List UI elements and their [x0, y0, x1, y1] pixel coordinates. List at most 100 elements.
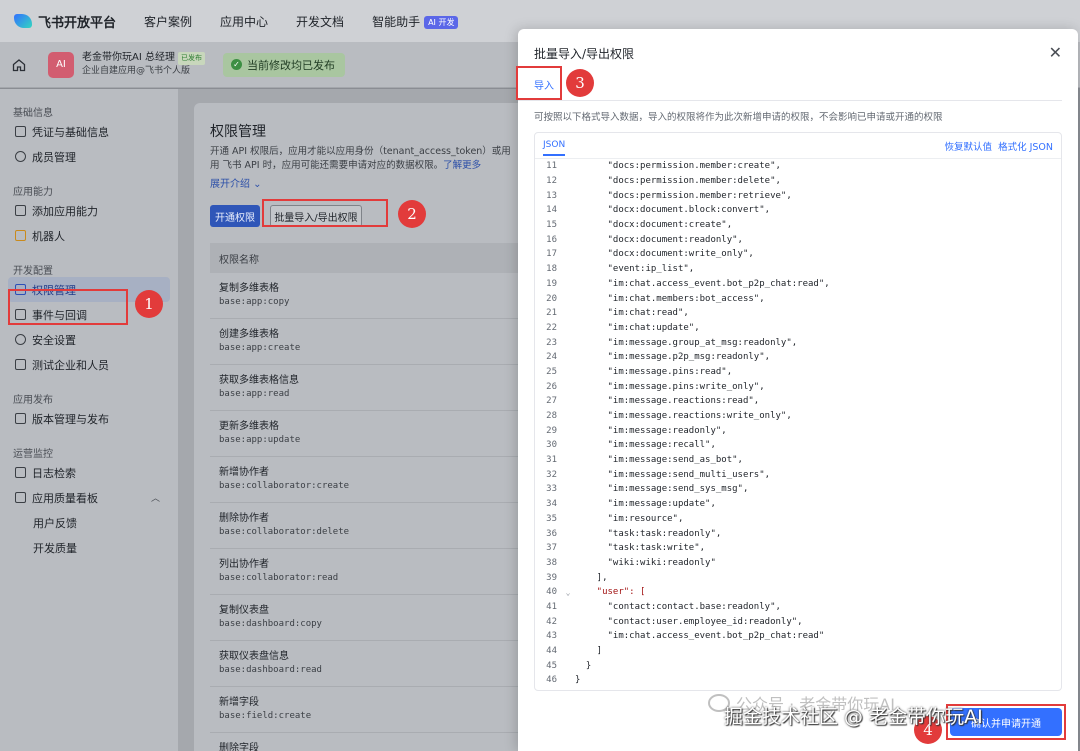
- fold-chevron-icon[interactable]: ⌄: [561, 588, 575, 597]
- sidebar-item-security[interactable]: 安全设置: [0, 327, 178, 352]
- format-json-button[interactable]: 格式化 JSON: [998, 139, 1053, 153]
- brand-logo[interactable]: 飞书开放平台: [14, 12, 116, 31]
- code-text: "im:chat.access_event.bot_p2p_chat:read"…: [575, 278, 830, 289]
- table-row[interactable]: 列出协作者 base:collaborator:read: [210, 549, 518, 595]
- code-text: "im:message.pins:read",: [575, 366, 733, 377]
- grid-plus-icon: [15, 205, 26, 216]
- close-icon[interactable]: ✕: [1049, 43, 1062, 62]
- table-row[interactable]: 新增协作者 base:collaborator:create: [210, 457, 518, 503]
- code-text: "im:message:recall",: [575, 440, 716, 451]
- code-text: "im:chat.members:bot_access",: [575, 293, 765, 304]
- line-number: 45: [546, 660, 557, 671]
- sidebar-item-add-capability[interactable]: 添加应用能力: [0, 198, 178, 223]
- sidebar-item-logs[interactable]: 日志检索: [0, 460, 178, 485]
- code-line: 36 "task:task:readonly",: [535, 526, 1061, 541]
- permission-name: 更新多维表格: [219, 421, 279, 432]
- chart-icon: [15, 492, 26, 503]
- code-line: 30 "im:message:recall",: [535, 438, 1061, 453]
- open-permission-button[interactable]: 开通权限: [210, 205, 260, 227]
- publish-status-text: 当前修改均已发布: [246, 58, 335, 72]
- code-line: 44 ]: [535, 644, 1061, 659]
- home-icon[interactable]: [12, 58, 26, 72]
- annotation-box-3: [516, 66, 562, 100]
- table-row[interactable]: 复制多维表格 base:app:copy: [210, 273, 518, 319]
- code-line: 33 "im:message:send_sys_msg",: [535, 482, 1061, 497]
- chevron-up-icon: ︿: [150, 494, 160, 504]
- code-line: 41 "contact:contact.base:readonly",: [535, 600, 1061, 615]
- restore-default-button[interactable]: 恢复默认值: [945, 139, 993, 153]
- line-number: 38: [546, 557, 557, 568]
- shield-icon: [15, 334, 26, 345]
- sidebar-item-label: 应用质量看板: [32, 491, 98, 505]
- line-number: 41: [546, 601, 557, 612]
- watermark-juejin: 掘金技术社区 @ 老金带你玩AI: [724, 706, 983, 728]
- nav-item-cases[interactable]: 客户案例: [144, 13, 192, 30]
- permission-name: 删除字段: [219, 743, 259, 751]
- sidebar-item-bot[interactable]: 机器人: [0, 223, 178, 248]
- line-number: 14: [546, 205, 557, 216]
- code-line: 43 "im:chat.access_event.bot_p2p_chat:re…: [535, 629, 1061, 644]
- sidebar-item-credentials[interactable]: 凭证与基础信息: [0, 119, 178, 144]
- permission-code: base:app:create: [219, 343, 301, 353]
- table-row[interactable]: 删除协作者 base:collaborator:delete: [210, 503, 518, 549]
- app-avatar[interactable]: AI: [48, 51, 74, 78]
- code-line: 14 "docx:document.block:convert",: [535, 203, 1061, 218]
- code-text: "im:chat:update",: [575, 322, 700, 333]
- sidebar-item-members[interactable]: 成员管理: [0, 144, 178, 169]
- code-line: 20 "im:chat.members:bot_access",: [535, 291, 1061, 306]
- sidebar-item-test-tenant[interactable]: 测试企业和人员: [0, 352, 178, 377]
- code-line: 35 "im:resource",: [535, 512, 1061, 527]
- nav-item-assistant[interactable]: 智能助手 AI 开发: [372, 13, 459, 30]
- line-number: 11: [546, 161, 557, 172]
- table-row[interactable]: 创建多维表格 base:app:create: [210, 319, 518, 365]
- line-number: 28: [546, 411, 557, 422]
- sidebar-section-title: 基础信息: [13, 108, 53, 119]
- nav-item-app-center[interactable]: 应用中心: [220, 13, 268, 30]
- permission-name: 获取多维表格信息: [219, 375, 299, 386]
- editor-tab-json[interactable]: JSON: [543, 140, 566, 156]
- code-text: "docs:permission.member:delete",: [575, 176, 781, 187]
- test-tenant-icon: [15, 359, 26, 370]
- line-number: 37: [546, 543, 557, 554]
- sidebar-item-feedback[interactable]: 用户反馈: [0, 510, 178, 535]
- user-icon: [15, 151, 26, 162]
- line-number: 34: [546, 499, 557, 510]
- table-row[interactable]: 新增字段 base:field:create: [210, 687, 518, 733]
- code-area[interactable]: 11 "docs:permission.member:create", 12 "d…: [535, 159, 1061, 688]
- code-line: 32 "im:message:send_multi_users",: [535, 467, 1061, 482]
- table-row[interactable]: 删除字段: [210, 733, 518, 751]
- expand-intro-link[interactable]: 展开介绍 ⌄: [210, 175, 262, 190]
- sidebar-item-versions[interactable]: 版本管理与发布: [0, 406, 178, 431]
- check-circle-icon: ✓: [230, 59, 242, 70]
- sidebar-item-label: 日志检索: [32, 466, 76, 480]
- sidebar-section-title: 应用能力: [13, 187, 53, 198]
- line-number: 27: [546, 396, 557, 407]
- line-number: 36: [546, 528, 557, 539]
- sidebar-item-label: 版本管理与发布: [32, 412, 109, 426]
- sidebar-item-quality[interactable]: 应用质量看板 ︿: [0, 485, 178, 510]
- line-number: 17: [546, 249, 557, 260]
- learn-more-link[interactable]: 了解更多: [443, 160, 481, 171]
- table-row[interactable]: 获取仪表盘信息 base:dashboard:read: [210, 641, 518, 687]
- code-line: 26 "im:message.pins:write_only",: [535, 379, 1061, 394]
- sidebar-item-dev-quality[interactable]: 开发质量: [0, 535, 178, 560]
- line-number: 46: [546, 675, 557, 686]
- tab-divider: [518, 100, 1062, 101]
- log-icon: [15, 467, 26, 478]
- code-line: 22 "im:chat:update",: [535, 321, 1061, 336]
- permission-code: base:app:update: [219, 435, 301, 445]
- line-number: 40: [546, 587, 557, 598]
- json-editor[interactable]: JSON 恢复默认值 格式化 JSON 11 "docs:permission.…: [534, 132, 1062, 691]
- permission-code: base:collaborator:delete: [219, 527, 350, 537]
- code-line: 16 "docx:document:readonly",: [535, 232, 1061, 247]
- line-number: 20: [546, 293, 557, 304]
- permission-name: 列出协作者: [219, 559, 269, 570]
- annotation-number-3: 3: [566, 69, 594, 97]
- table-row[interactable]: 更新多维表格 base:app:update: [210, 411, 518, 457]
- nav-item-docs[interactable]: 开发文档: [296, 13, 344, 30]
- table-row[interactable]: 复制仪表盘 base:dashboard:copy: [210, 595, 518, 641]
- table-row[interactable]: 获取多维表格信息 base:app:read: [210, 365, 518, 411]
- line-number: 21: [546, 308, 557, 319]
- line-number: 44: [546, 646, 557, 657]
- app-info[interactable]: 老金带你玩AI 总经理 已发布 企业自建应用@飞书个人版: [82, 51, 205, 78]
